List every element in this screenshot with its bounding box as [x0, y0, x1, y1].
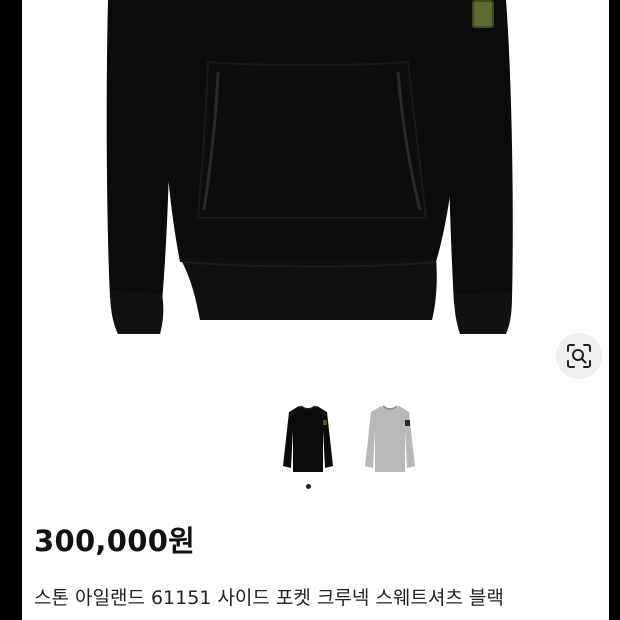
grey-sweatshirt-thumbnail-image [365, 405, 415, 472]
product-main-image[interactable] [22, 0, 609, 390]
gallery-pager [306, 484, 311, 489]
product-screen: 300,000원 스톤 아일랜드 61151 사이드 포켓 크루넥 스웨트셔츠 … [22, 0, 609, 620]
product-title: 스톤 아일랜드 61151 사이드 포켓 크루넥 스웨트셔츠 블랙 [34, 587, 504, 609]
visual-search-button[interactable] [556, 333, 602, 379]
black-sweatshirt-thumbnail-image [283, 405, 333, 472]
visual-search-lens-icon [567, 344, 591, 368]
thumbnail-grey-sweatshirt[interactable] [359, 400, 421, 480]
thumbnail-black-sweatshirt[interactable] [277, 400, 339, 480]
black-sweatshirt-photo [106, 0, 513, 334]
pager-dot-active[interactable] [306, 484, 311, 489]
thumbnail-strip [277, 400, 437, 480]
product-price: 300,000원 [34, 524, 196, 558]
